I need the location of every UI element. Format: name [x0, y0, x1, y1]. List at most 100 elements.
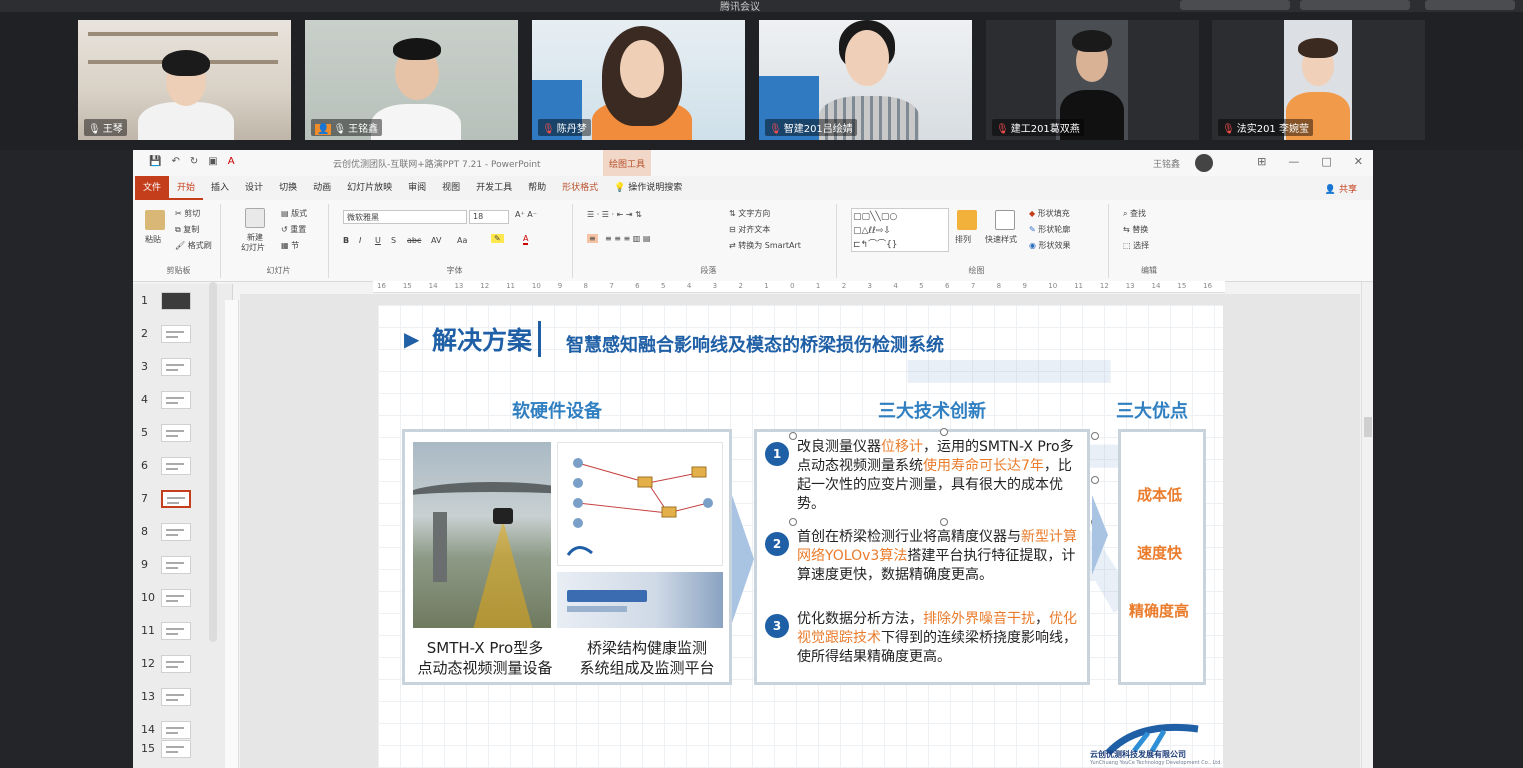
- tab-help[interactable]: 帮助: [520, 176, 554, 200]
- arrange-button[interactable]: 排列: [955, 234, 971, 245]
- quick-styles-button[interactable]: 快速样式: [985, 234, 1017, 245]
- innovation-item[interactable]: 优化数据分析方法，排除外界噪音干扰，优化视觉跟踪技术下得到的连续梁桥挠度影响线，…: [797, 610, 1083, 667]
- select-button[interactable]: ⬚ 选择: [1123, 240, 1149, 251]
- align-left-icon[interactable]: ≡: [587, 234, 598, 243]
- copy-button[interactable]: ⧉ 复制: [175, 224, 199, 235]
- video-tile[interactable]: 🎙 建工201葛双燕: [986, 20, 1199, 140]
- innovation-item[interactable]: 首创在桥梁检测行业将高精度仪器与新型计算网络YOLOv3算法搭建平台执行特征提取…: [797, 528, 1083, 585]
- network-indicator[interactable]: [1180, 0, 1290, 10]
- shape-fill-button[interactable]: ◆ 形状填充: [1029, 208, 1070, 219]
- user-name[interactable]: 王铭鑫: [1153, 157, 1180, 170]
- grow-font-icon[interactable]: A⁺ A⁻: [515, 210, 537, 219]
- tell-me-search[interactable]: 💡 操作说明搜索: [606, 176, 690, 200]
- shape-outline-button[interactable]: ✎ 形状轮廓: [1029, 224, 1070, 235]
- char-spacing-button[interactable]: AV: [431, 236, 441, 245]
- section-heading-innovation[interactable]: 三大技术创新: [878, 397, 986, 423]
- tab-review[interactable]: 审阅: [400, 176, 434, 200]
- avatar[interactable]: [1195, 154, 1213, 172]
- italic-button[interactable]: I: [359, 236, 361, 245]
- strikethrough-button[interactable]: abc: [407, 236, 421, 245]
- tab-insert[interactable]: 插入: [203, 176, 237, 200]
- font-color-icon[interactable]: A: [523, 234, 529, 245]
- slide-title[interactable]: 解决方案: [432, 321, 542, 357]
- slide-thumbnail[interactable]: 12: [133, 651, 233, 681]
- video-tile[interactable]: 🎙 智建201吕绘婧: [759, 20, 972, 140]
- align-icons[interactable]: ≡ ≡ ≡ ▥ ▤: [605, 234, 650, 243]
- video-tile[interactable]: 🎙 王琴: [78, 20, 291, 140]
- tab-file[interactable]: 文件: [135, 176, 170, 200]
- slide-thumbnail[interactable]: 4: [133, 387, 233, 417]
- slide-thumbnail[interactable]: 3: [133, 354, 233, 384]
- shapes-gallery[interactable]: ▢▢╲╲▢○ ▢△ℓℓ⇨⇩ ⊏↰⌒⌒{}: [851, 208, 949, 252]
- font-name-select[interactable]: 微软雅黑: [343, 210, 467, 224]
- share-button[interactable]: 👤 共享: [1325, 182, 1357, 195]
- video-tile[interactable]: 🎙 陈丹梦: [532, 20, 745, 140]
- slide-thumbnail[interactable]: 6: [133, 453, 233, 483]
- quick-styles-icon[interactable]: [995, 210, 1015, 230]
- cut-button[interactable]: ✂ 剪切: [175, 208, 200, 219]
- ribbon-display-icon[interactable]: ⊞: [1257, 155, 1266, 168]
- bold-button[interactable]: B: [343, 236, 349, 245]
- paste-button[interactable]: 粘贴: [145, 234, 161, 245]
- innovation-panel[interactable]: 1 改良测量仪器位移计，运用的SMTN-X Pro多点动态视频测量系统使用寿命可…: [754, 428, 1099, 685]
- new-slide-button-label[interactable]: 幻灯片: [241, 242, 265, 253]
- paste-icon[interactable]: [145, 210, 165, 230]
- selection-handle[interactable]: [1091, 432, 1099, 440]
- close-icon[interactable]: ✕: [1354, 155, 1363, 168]
- slide-thumbnail-selected[interactable]: 7: [133, 486, 233, 516]
- selection-handle[interactable]: [940, 518, 948, 526]
- tab-slideshow[interactable]: 幻灯片放映: [339, 176, 400, 200]
- slide-thumbnail[interactable]: 1: [133, 288, 233, 318]
- innovation-item[interactable]: 改良测量仪器位移计，运用的SMTN-X Pro多点动态视频测量系统使用寿命可长达…: [797, 438, 1083, 514]
- video-tile-active[interactable]: 👤 🎙 王铭鑫: [305, 20, 518, 140]
- text-direction-button[interactable]: ⇅ 文字方向: [729, 208, 770, 219]
- highlight-icon[interactable]: ✎: [491, 234, 504, 243]
- font-size-select[interactable]: 18: [469, 210, 509, 224]
- shape-effects-button[interactable]: ◉ 形状效果: [1029, 240, 1071, 251]
- tab-design[interactable]: 设计: [237, 176, 271, 200]
- save-icon[interactable]: 💾: [149, 156, 161, 167]
- start-slideshow-icon[interactable]: ▣: [208, 156, 217, 167]
- change-case-button[interactable]: Aa: [457, 236, 467, 245]
- format-painter-button[interactable]: 🖌 格式刷: [175, 240, 212, 251]
- section-heading-advantages[interactable]: 三大优点: [1116, 397, 1188, 423]
- video-tile[interactable]: 🎙 法实201 李婉莹: [1212, 20, 1425, 140]
- slide-thumbnail[interactable]: 13: [133, 684, 233, 714]
- selection-handle[interactable]: [1091, 476, 1099, 484]
- selection-handle[interactable]: [789, 518, 797, 526]
- advantages-panel[interactable]: 成本低 速度快 精确度高: [1118, 429, 1206, 685]
- selection-handle[interactable]: [940, 428, 948, 436]
- view-switch[interactable]: [1300, 0, 1410, 10]
- align-text-button[interactable]: ⊟ 对齐文本: [729, 224, 770, 235]
- shadow-button[interactable]: S: [391, 236, 396, 245]
- thumbnail-scrollbar[interactable]: [209, 282, 217, 642]
- tab-developer[interactable]: 开发工具: [468, 176, 520, 200]
- hardware-panel[interactable]: SMTH-X Pro型多 点动态视频测量设备 桥梁结构健康监测 系统组成及监测平台: [402, 429, 732, 685]
- slide-subtitle[interactable]: 智慧感知融合影响线及模态的桥梁损伤检测系统: [566, 331, 944, 357]
- vertical-scrollbar[interactable]: [1361, 282, 1373, 768]
- slide-canvas[interactable]: 云 ▶ 解决方案 智慧感知融合影响线及模态的桥梁损伤检测系统 软硬件设备 三大技…: [378, 305, 1223, 768]
- smartart-button[interactable]: ⇄ 转换为 SmartArt: [729, 240, 801, 251]
- tab-transitions[interactable]: 切换: [271, 176, 305, 200]
- section-button[interactable]: ▦ 节: [281, 240, 299, 251]
- bullets-icon[interactable]: ☰ · ☰ · ⇤ ⇥ ⇅: [587, 210, 642, 219]
- new-slide-icon[interactable]: [245, 208, 265, 228]
- maximize-icon[interactable]: □: [1321, 155, 1331, 168]
- arrange-icon[interactable]: [957, 210, 977, 230]
- slide-thumbnail[interactable]: 2: [133, 321, 233, 351]
- tab-animations[interactable]: 动画: [305, 176, 339, 200]
- layout-button[interactable]: ▤ 版式: [281, 208, 307, 219]
- minimize-icon[interactable]: —: [1288, 155, 1299, 168]
- find-button[interactable]: ⌕ 查找: [1123, 208, 1146, 219]
- reset-button[interactable]: ↺ 重置: [281, 224, 306, 235]
- slide-thumbnail[interactable]: 5: [133, 420, 233, 450]
- tab-shape-format[interactable]: 形状格式: [554, 176, 606, 200]
- underline-button[interactable]: U: [375, 236, 381, 245]
- redo-icon[interactable]: ↻: [190, 156, 198, 167]
- undo-icon[interactable]: ↶: [171, 156, 179, 167]
- slide-thumbnail[interactable]: 10: [133, 585, 233, 615]
- section-heading-hardware[interactable]: 软硬件设备: [512, 397, 602, 423]
- slide-thumbnail[interactable]: 9: [133, 552, 233, 582]
- replace-button[interactable]: ⇆ 替换: [1123, 224, 1148, 235]
- font-color-icon[interactable]: A: [228, 156, 235, 167]
